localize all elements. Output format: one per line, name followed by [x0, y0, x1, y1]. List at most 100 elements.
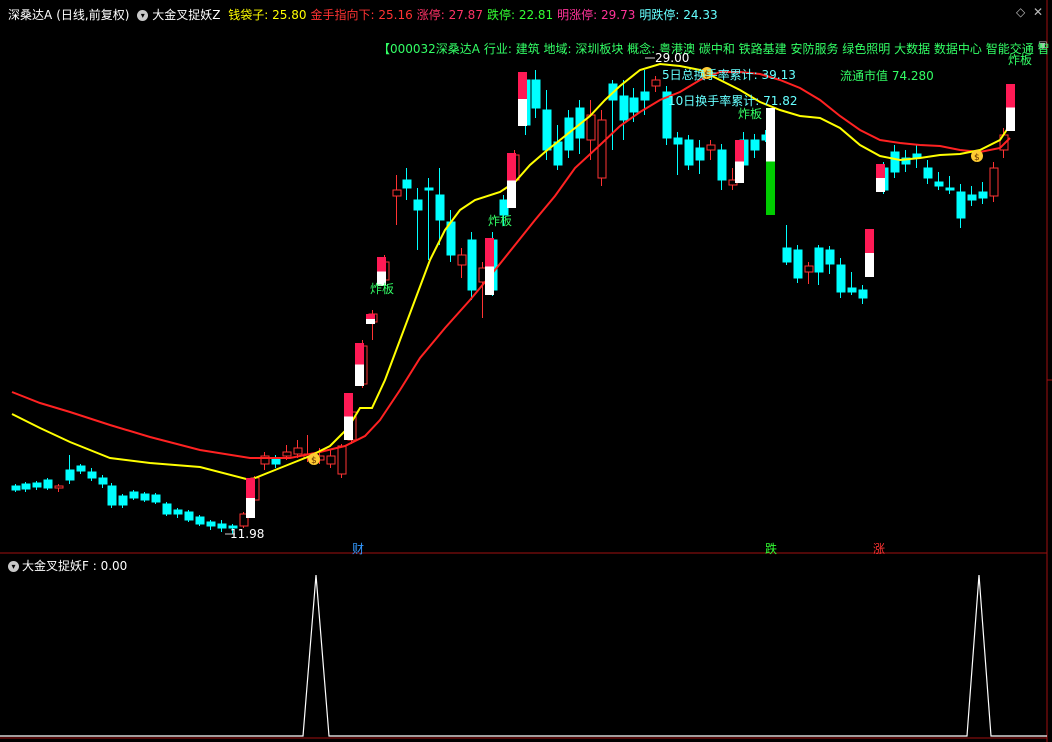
- candle-body: [814, 247, 824, 273]
- candle-body: [956, 191, 966, 219]
- candle-body: [173, 509, 183, 515]
- limit-bar-top: [355, 343, 364, 365]
- header-field-label: 钱袋子:: [228, 8, 273, 22]
- limit-bar-top: [377, 257, 386, 272]
- candle-body: [435, 194, 445, 221]
- candle-body: [825, 249, 835, 265]
- zhaban-label: 炸板: [738, 107, 763, 121]
- money-bag-icon: $: [308, 453, 320, 466]
- candle-body: [206, 521, 216, 527]
- limit-bar-bottom: [344, 416, 353, 440]
- candle-body: [597, 119, 607, 179]
- candle-body: [129, 491, 139, 499]
- candle-body: [293, 447, 303, 455]
- candle-body: [923, 167, 933, 179]
- turnover-5d-label: 5日总换手率累计: 39.13: [662, 68, 796, 82]
- limit-bar-bottom: [876, 178, 885, 192]
- limit-bar-top: [507, 153, 516, 181]
- limit-bar-top: [876, 164, 885, 178]
- candle-body: [402, 179, 412, 189]
- header-field-value: 29.73: [601, 8, 636, 22]
- cai-marker[interactable]: 财: [352, 540, 364, 557]
- sub-indicator-value: : 0.00: [88, 559, 128, 573]
- indicator-name[interactable]: 大金叉捉妖Z: [152, 8, 220, 22]
- limit-bar-top: [865, 229, 874, 253]
- candle-body: [43, 479, 53, 489]
- candle-body: [847, 287, 857, 293]
- candle-body: [890, 151, 900, 173]
- limit-bar-top: [344, 393, 353, 417]
- header-field-value: 27.87: [448, 8, 483, 22]
- limit-bar-bottom: [518, 99, 527, 126]
- candle-body: [413, 199, 423, 211]
- svg-text:$: $: [311, 456, 317, 466]
- header-field-label: 明跌停:: [639, 8, 684, 22]
- limit-bar-bottom: [735, 161, 744, 183]
- sub-indicator-name[interactable]: 大金叉捉妖F: [22, 559, 89, 573]
- zhang-marker[interactable]: 涨: [873, 540, 885, 557]
- die-marker[interactable]: 跌: [765, 540, 777, 557]
- candle-body: [629, 97, 639, 113]
- zhaban-label: 炸板: [1008, 53, 1033, 67]
- candle-body: [424, 187, 434, 191]
- candle-body: [162, 503, 172, 515]
- float-cap-label: 流通市值 74.280: [840, 69, 934, 83]
- chart-header: 深桑达A (日线,前复权) ▾ 大金叉捉妖Z 钱袋子: 25.80 金手指向下: 25…: [8, 6, 726, 23]
- red-ma-line: [11, 71, 1011, 459]
- candle-body: [967, 194, 977, 201]
- limit-bar-bottom: [355, 364, 364, 386]
- limit-bar-bottom: [485, 266, 494, 295]
- candle-body: [989, 167, 999, 197]
- header-field-label: 涨停:: [416, 8, 449, 22]
- limit-bar-top: [485, 238, 494, 267]
- indicator-menu-icon[interactable]: ▾: [137, 10, 149, 21]
- header-field-value: 22.81: [518, 8, 554, 22]
- candle-body: [457, 254, 467, 266]
- diamond-icon[interactable]: ◇: [1016, 5, 1025, 19]
- indicator-menu-icon[interactable]: ▾: [8, 561, 19, 572]
- zhaban-label: 炸板: [488, 214, 513, 228]
- close-icon[interactable]: ✕: [1033, 5, 1043, 19]
- limit-bar-bottom: [246, 498, 255, 518]
- stock-name: 深桑达A: [8, 8, 53, 22]
- limit-bar-top: [1006, 84, 1015, 108]
- candle-body: [21, 483, 31, 490]
- candle-body: [836, 264, 846, 293]
- candle-body: [945, 187, 955, 191]
- signal-line: [0, 574, 1047, 737]
- candle-body: [619, 95, 629, 121]
- header-field-value: 25.80: [272, 8, 307, 22]
- period-label: (日线,前复权): [56, 8, 130, 22]
- candle-body: [65, 469, 75, 481]
- limit-bar-top: [366, 314, 375, 319]
- candle-body: [542, 109, 552, 151]
- candle-body: [140, 493, 150, 501]
- limit-bars: [246, 72, 1015, 518]
- limit-bar-bottom: [366, 319, 375, 324]
- candle-body: [793, 249, 803, 279]
- candle-body: [467, 239, 477, 291]
- limit-bar-top: [518, 72, 527, 99]
- candle-body: [651, 79, 661, 87]
- candle-body: [326, 455, 336, 465]
- candle-body: [217, 523, 227, 529]
- candle-body: [337, 445, 347, 475]
- candle-body: [98, 477, 108, 485]
- header-field-label: 金手指向下:: [310, 8, 379, 22]
- limit-bar-bottom: [1006, 107, 1015, 131]
- candle-body: [717, 149, 727, 181]
- candle-body: [673, 137, 683, 145]
- candle-body: [782, 247, 792, 263]
- limit-bar-bottom: [507, 180, 516, 208]
- stock-chart[interactable]: $ $ $: [0, 0, 1052, 742]
- candle-body: [87, 471, 97, 479]
- zhaban-label: 炸板: [370, 282, 395, 296]
- candle-body: [54, 485, 64, 489]
- limit-bar-top: [766, 108, 775, 162]
- candle-body: [107, 485, 117, 506]
- candle-body: [11, 485, 21, 491]
- limit-bar-bottom: [766, 161, 775, 215]
- candle-body: [531, 79, 541, 109]
- candle-body: [750, 139, 760, 151]
- candle-body: [684, 139, 694, 166]
